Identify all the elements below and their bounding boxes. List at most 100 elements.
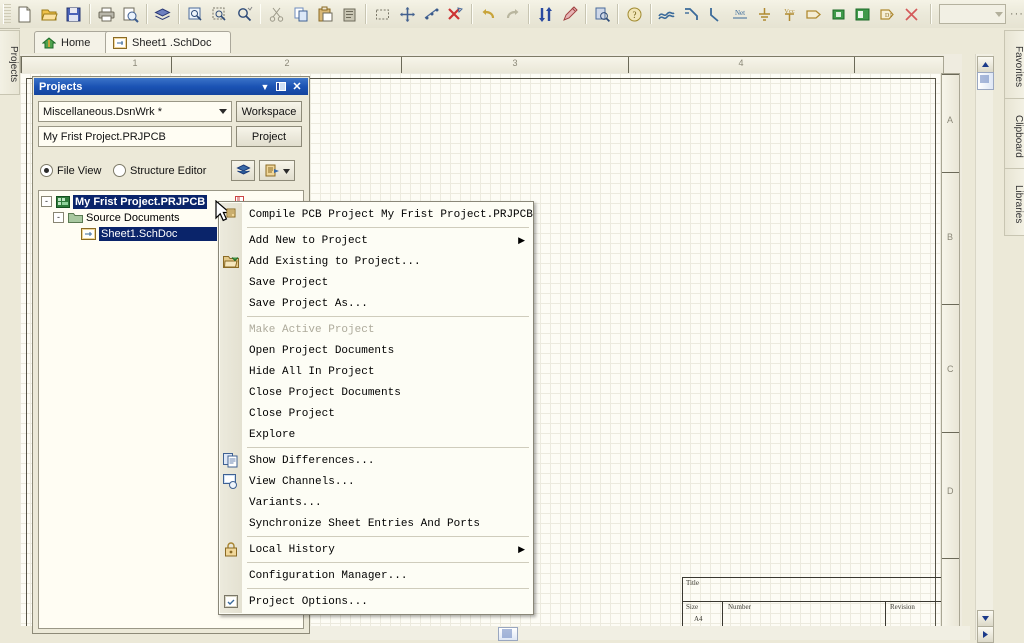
print-preview-icon[interactable] <box>119 2 141 26</box>
vertical-scrollbar[interactable] <box>975 54 994 643</box>
panel-pin-icon[interactable] <box>275 81 287 93</box>
menu-item-hide-all-in-project[interactable]: Hide All In Project <box>219 361 533 382</box>
radio-file-view-indicator[interactable] <box>40 164 53 177</box>
open-document-icon[interactable] <box>38 2 60 26</box>
menu-item-close-project-documents[interactable]: Close Project Documents <box>219 382 533 403</box>
menu-item-make-active-project: Make Active Project <box>219 319 533 340</box>
tree-item-sheet1-schdoc[interactable]: Sheet1.SchDoc <box>67 226 218 241</box>
layers-icon[interactable] <box>152 2 174 26</box>
paste-icon[interactable] <box>314 2 336 26</box>
panel-close-icon[interactable]: ✕ <box>291 81 303 93</box>
menu-item-local-history[interactable]: Local History ▶ <box>219 539 533 560</box>
place-vcc-icon[interactable]: Vcc <box>778 2 800 26</box>
move-icon[interactable] <box>396 2 418 26</box>
open-document-dropdown-button[interactable] <box>259 160 295 181</box>
clear-selection-icon[interactable] <box>445 2 467 26</box>
workspace-button[interactable]: Workspace <box>236 101 302 122</box>
chevron-down-icon[interactable] <box>994 6 1005 22</box>
place-wire-icon[interactable] <box>656 2 678 26</box>
workspace-combo[interactable]: Miscellaneous.DsnWrk * <box>38 101 232 122</box>
tree-item-source-documents[interactable]: - Source Documents <box>53 210 180 225</box>
toolbar-combo[interactable] <box>938 4 1006 24</box>
sidebar-tab-libraries[interactable]: Libraries <box>1004 168 1024 236</box>
tab-sheet1-schdoc[interactable]: Sheet1 .SchDoc <box>105 31 231 53</box>
place-port-icon[interactable] <box>802 2 824 26</box>
menu-separator <box>247 536 529 537</box>
browse-library-icon[interactable] <box>591 2 613 26</box>
toolbar-grip[interactable] <box>3 4 11 24</box>
menu-item-close-project-label: Close Project <box>249 407 335 420</box>
show-differences-icon <box>222 452 240 470</box>
tree-expander[interactable]: - <box>41 196 52 207</box>
chevron-down-icon[interactable] <box>215 109 231 114</box>
horizontal-scroll-thumb[interactable] <box>498 627 518 641</box>
chevron-down-icon[interactable] <box>282 165 290 177</box>
sidebar-tab-projects-label: Projects <box>8 45 19 83</box>
menu-item-save-project-as[interactable]: Save Project As... <box>219 293 533 314</box>
document-tab-strip: Home Sheet1 .SchDoc <box>20 28 1024 54</box>
menu-item-open-project-documents[interactable]: Open Project Documents <box>219 340 533 361</box>
scroll-down-button[interactable] <box>977 610 994 627</box>
menu-item-compile-pcb-project[interactable]: Compile PCB Project My Frist Project.PRJ… <box>219 204 533 225</box>
vertical-scroll-thumb[interactable] <box>977 72 994 90</box>
project-button[interactable]: Project <box>236 126 302 147</box>
menu-item-save-project[interactable]: Save Project <box>219 272 533 293</box>
panel-dropdown-icon[interactable]: ▼ <box>259 81 271 93</box>
place-sheet-symbol-icon[interactable] <box>851 2 873 26</box>
chevron-right-icon: ▶ <box>518 544 525 555</box>
sidebar-tab-clipboard[interactable]: Clipboard <box>1004 98 1024 170</box>
menu-item-explore[interactable]: Explore <box>219 424 533 445</box>
place-bus-icon[interactable] <box>680 2 702 26</box>
scroll-right-corner-button[interactable] <box>977 626 994 643</box>
tree-expander[interactable]: - <box>53 212 64 223</box>
project-context-menu[interactable]: Compile PCB Project My Frist Project.PRJ… <box>218 201 534 615</box>
no-erc-icon[interactable] <box>900 2 922 26</box>
update-icon[interactable] <box>534 2 556 26</box>
print-icon[interactable] <box>95 2 117 26</box>
sidebar-tab-favorites[interactable]: Favorites <box>1004 30 1024 100</box>
compile-project-button[interactable] <box>231 160 255 181</box>
radio-structure-editor[interactable]: Structure Editor <box>113 164 206 177</box>
help-icon[interactable]: ? <box>623 2 645 26</box>
cut-icon[interactable] <box>265 2 287 26</box>
add-existing-icon <box>222 253 240 271</box>
new-document-icon[interactable] <box>14 2 36 26</box>
place-net-label-icon[interactable]: Net <box>729 2 751 26</box>
sidebar-tab-projects[interactable]: Projects <box>0 30 20 95</box>
project-field[interactable]: My Frist Project.PRJPCB <box>38 126 232 147</box>
place-sheet-entry-icon[interactable]: D1 <box>876 2 898 26</box>
menu-item-show-differences[interactable]: Show Differences... <box>219 450 533 471</box>
annotate-icon[interactable] <box>558 2 580 26</box>
zoom-document-icon[interactable] <box>184 2 206 26</box>
radio-file-view[interactable]: File View <box>40 164 101 177</box>
menu-item-add-new-to-project[interactable]: Add New to Project ▶ <box>219 230 533 251</box>
paste-special-icon[interactable] <box>339 2 361 26</box>
copy-icon[interactable] <box>290 2 312 26</box>
menu-item-close-project[interactable]: Close Project <box>219 403 533 424</box>
toolbar-separator <box>145 4 148 24</box>
menu-item-synchronize-sheet-entries-and-ports[interactable]: Synchronize Sheet Entries And Ports <box>219 513 533 534</box>
title-block-number-label: Number <box>728 603 751 611</box>
zoom-area-icon[interactable] <box>209 2 231 26</box>
deselect-icon[interactable] <box>420 2 442 26</box>
menu-item-configuration-manager[interactable]: Configuration Manager... <box>219 565 533 586</box>
menu-item-project-options[interactable]: Project Options... <box>219 591 533 612</box>
horizontal-scrollbar[interactable] <box>310 626 970 641</box>
menu-item-variants[interactable]: Variants... <box>219 492 533 513</box>
radio-structure-editor-indicator[interactable] <box>113 164 126 177</box>
menu-item-add-existing-to-project[interactable]: Add Existing to Project... <box>219 251 533 272</box>
tab-home[interactable]: Home <box>34 31 116 53</box>
place-bus-entry-icon[interactable] <box>705 2 727 26</box>
scroll-up-button[interactable] <box>977 56 994 73</box>
redo-icon[interactable] <box>502 2 524 26</box>
select-area-icon[interactable] <box>371 2 393 26</box>
place-gnd-icon[interactable] <box>754 2 776 26</box>
menu-item-view-channels[interactable]: View Channels... <box>219 471 533 492</box>
undo-icon[interactable] <box>477 2 499 26</box>
save-icon[interactable] <box>62 2 84 26</box>
toolbar-overflow-button[interactable]: ··· <box>1010 8 1024 20</box>
projects-panel-titlebar[interactable]: Projects ▼ ✕ <box>34 78 308 95</box>
zoom-selected-icon[interactable] <box>233 2 255 26</box>
menu-item-synchronize-sheet-entries-and-ports-label: Synchronize Sheet Entries And Ports <box>249 517 481 530</box>
place-part-icon[interactable] <box>827 2 849 26</box>
